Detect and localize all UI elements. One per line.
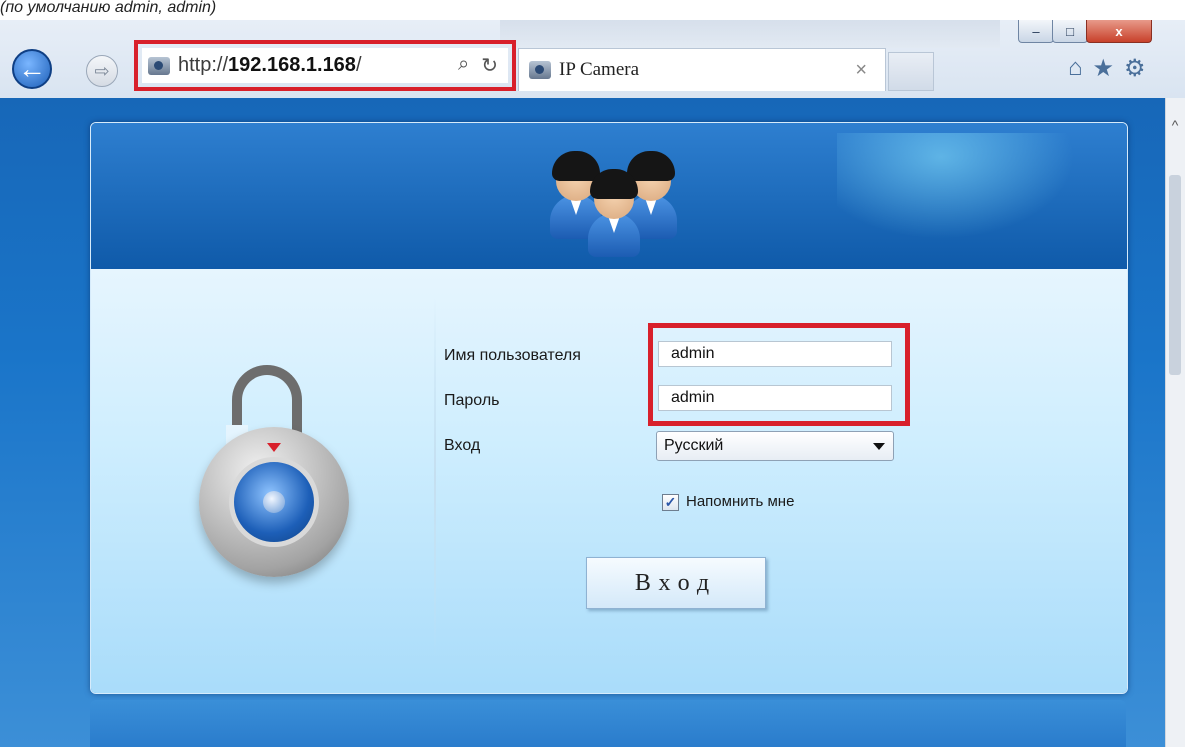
back-button[interactable]: ← <box>12 49 52 89</box>
username-label: Имя пользователя <box>444 347 581 364</box>
chevron-down-icon <box>873 442 885 450</box>
camera-favicon-icon <box>529 61 551 79</box>
dial-marker-icon <box>267 443 281 452</box>
forward-button[interactable]: ⇨ <box>86 55 118 87</box>
padlock-icon <box>199 365 349 577</box>
panel-divider <box>434 297 436 657</box>
language-label: Вход <box>444 437 481 454</box>
browser-icons: ⌂ ★ ⚙ <box>1068 54 1146 83</box>
new-tab-button[interactable] <box>888 52 934 91</box>
caption-text: (по умолчанию admin, admin) <box>0 0 217 16</box>
login-button[interactable]: Вход <box>586 557 766 609</box>
close-tab-icon[interactable]: × <box>855 59 867 82</box>
tab-title: IP Camera <box>559 59 640 80</box>
remember-me-checkbox[interactable]: ✓ <box>662 494 679 511</box>
users-icon <box>541 147 691 257</box>
bottom-panel <box>90 700 1126 747</box>
back-arrow-icon: ← <box>18 53 46 84</box>
login-panel-header <box>91 123 1127 269</box>
close-window-button[interactable]: x <box>1086 20 1152 43</box>
scroll-up-arrow-icon[interactable]: ^ <box>1168 118 1182 132</box>
favorites-star-icon[interactable]: ★ <box>1093 54 1115 83</box>
title-bar <box>500 20 1000 48</box>
language-select-value: Русский <box>664 437 724 454</box>
minimize-button[interactable]: – <box>1018 20 1054 43</box>
password-input[interactable] <box>658 385 892 411</box>
language-select[interactable]: Русский <box>656 431 894 461</box>
browser-toolbar: – □ x ← ⇨ http://192.168.1.168/ ⌕ ↻ IP C… <box>0 20 1185 98</box>
remember-me-label: Напомнить мне <box>686 493 795 510</box>
gear-icon[interactable]: ⚙ <box>1124 54 1146 83</box>
password-label: Пароль <box>444 392 500 409</box>
maximize-button[interactable]: □ <box>1052 20 1088 43</box>
home-icon[interactable]: ⌂ <box>1068 54 1083 83</box>
tab-ip-camera[interactable]: IP Camera × <box>518 48 886 91</box>
login-panel-body <box>91 269 1127 693</box>
forward-arrow-icon: ⇨ <box>94 60 110 81</box>
username-input[interactable] <box>658 341 892 367</box>
address-highlight-box <box>134 40 516 91</box>
scrollbar-thumb[interactable] <box>1169 175 1181 375</box>
